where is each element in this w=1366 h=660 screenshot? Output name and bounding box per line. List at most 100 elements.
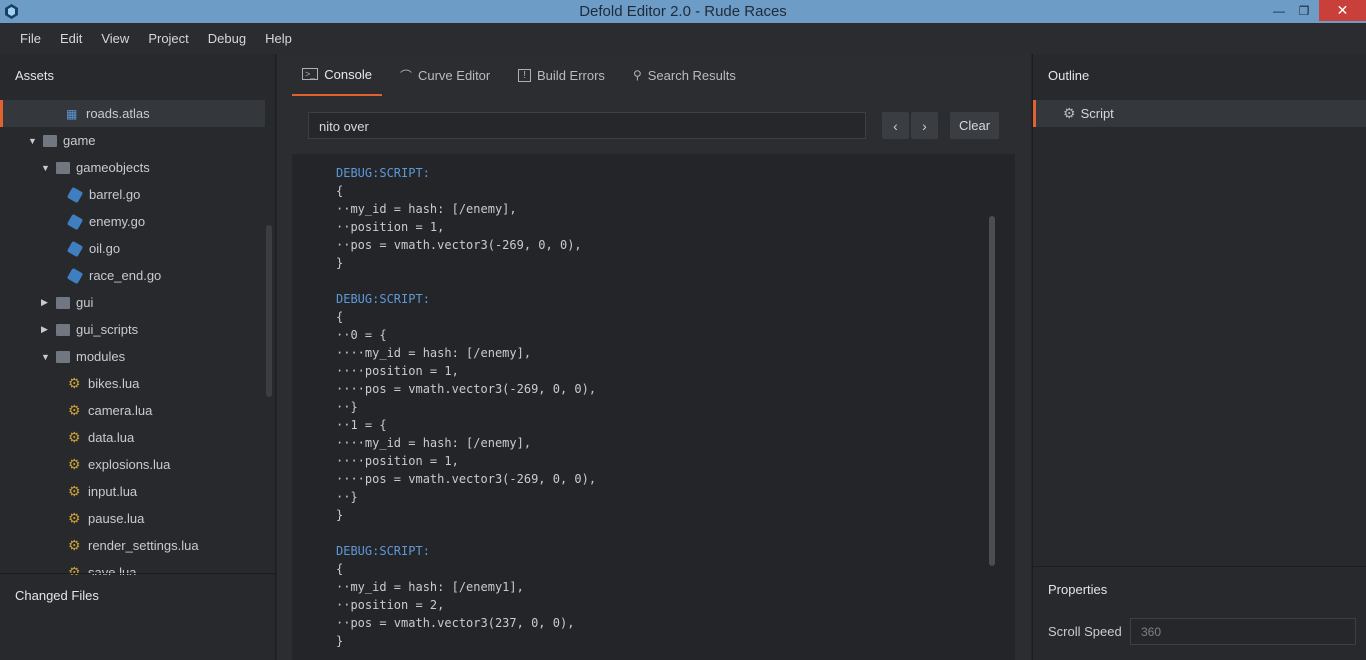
- scroll-speed-input[interactable]: 360: [1130, 618, 1356, 645]
- gameobject-icon: [66, 186, 84, 203]
- console-search-input[interactable]: nito over: [308, 112, 866, 139]
- panel-divider[interactable]: [1033, 566, 1366, 567]
- tree-item-label: oil.go: [89, 241, 121, 256]
- tab-build-errors[interactable]: ! Build Errors: [508, 54, 615, 96]
- search-icon: ⚲: [632, 68, 642, 82]
- console-line: ····pos = vmath.vector3(-269, 0, 0),: [336, 382, 597, 396]
- chevron-right-icon[interactable]: ▶: [41, 297, 51, 308]
- gear-icon: ⚙: [1063, 105, 1076, 121]
- chevron-down-icon[interactable]: ▼: [28, 136, 38, 146]
- gameobject-icon: [66, 240, 84, 257]
- outline-header: Outline: [1048, 68, 1090, 83]
- console-line: ····my_id = hash: [/enemy],: [336, 346, 532, 360]
- tab-search-results[interactable]: ⚲ Search Results: [623, 54, 746, 96]
- script-gear-icon: ⚙: [68, 537, 81, 553]
- close-button[interactable]: ✕: [1319, 0, 1366, 21]
- tree-item-roads-atlas[interactable]: ▦ roads.atlas: [0, 100, 265, 127]
- console-line: {: [336, 310, 344, 324]
- menu-edit[interactable]: Edit: [51, 31, 91, 46]
- outline-item-label: Script: [1080, 106, 1114, 121]
- console-line: DEBUG:SCRIPT:: [336, 292, 430, 306]
- tree-item-explosions-lua[interactable]: ⚙ explosions.lua: [0, 451, 265, 478]
- tree-item-camera-lua[interactable]: ⚙ camera.lua: [0, 397, 265, 424]
- menu-view[interactable]: View: [92, 31, 138, 46]
- window-title: Defold Editor 2.0 - Rude Races: [579, 3, 787, 20]
- title-bar: Defold Editor 2.0 - Rude Races — ❐ ✕: [0, 0, 1366, 23]
- gameobject-icon: [66, 267, 84, 284]
- console-line: }: [336, 256, 344, 270]
- panel-divider[interactable]: [0, 573, 276, 574]
- chevron-down-icon[interactable]: ▼: [41, 163, 51, 173]
- console-line: DEBUG:SCRIPT:: [336, 544, 430, 558]
- menu-bar: File Edit View Project Debug Help: [0, 23, 1366, 54]
- tab-label: Search Results: [647, 67, 736, 83]
- tree-item-bikes-lua[interactable]: ⚙ bikes.lua: [0, 370, 265, 397]
- console-line: }: [336, 634, 344, 648]
- next-match-button[interactable]: ›: [911, 112, 938, 139]
- assets-header: Assets: [15, 68, 55, 83]
- folder-icon: [56, 350, 70, 363]
- folder-icon: [43, 134, 57, 147]
- tree-item-label: race_end.go: [89, 268, 162, 283]
- previous-match-button[interactable]: ‹: [882, 112, 909, 139]
- tab-label: Curve Editor: [417, 67, 491, 83]
- asset-tree-scrollbar[interactable]: [266, 225, 272, 397]
- console-line: ··}: [336, 400, 358, 414]
- tree-item-race-end-go[interactable]: race_end.go: [0, 262, 265, 289]
- tab-label: Console: [324, 66, 372, 82]
- console-line: {: [336, 184, 344, 198]
- tree-item-label: render_settings.lua: [88, 538, 199, 553]
- tab-console[interactable]: >_ Console: [292, 54, 382, 96]
- tree-item-label: pause.lua: [88, 511, 145, 526]
- asset-tree[interactable]: ▦ roads.atlas ▼ game ▼ gameobjects barre…: [0, 100, 265, 575]
- console-panel: >_ Console ⌒ Curve Editor ! Build Errors…: [277, 54, 1031, 660]
- tree-item-label: explosions.lua: [88, 457, 171, 472]
- tree-item-gameobjects[interactable]: ▼ gameobjects: [0, 154, 265, 181]
- tab-label: Build Errors: [537, 67, 605, 83]
- console-line: ··0 = {: [336, 328, 387, 342]
- clear-button[interactable]: Clear: [950, 112, 999, 139]
- script-gear-icon: ⚙: [68, 483, 81, 499]
- tree-item-pause-lua[interactable]: ⚙ pause.lua: [0, 505, 265, 532]
- tree-item-gui[interactable]: ▶ gui: [0, 289, 265, 316]
- outline-panel: Outline ⚙ Script Properties Scroll Speed…: [1032, 54, 1366, 660]
- outline-item-script[interactable]: ⚙ Script: [1033, 100, 1366, 127]
- chevron-down-icon[interactable]: ▼: [41, 352, 51, 362]
- console-output[interactable]: DEBUG:SCRIPT: { ··my_id = hash: [/enemy], ·…: [292, 154, 1015, 660]
- tree-item-game[interactable]: ▼ game: [0, 127, 265, 154]
- tree-item-label: bikes.lua: [88, 376, 140, 391]
- menu-project[interactable]: Project: [139, 31, 197, 46]
- atlas-icon: ▦: [66, 106, 78, 121]
- console-line: ··position = 2,: [336, 598, 445, 612]
- menu-file[interactable]: File: [1, 31, 50, 46]
- maximize-button[interactable]: ❐: [1290, 0, 1318, 21]
- tree-item-barrel-go[interactable]: barrel.go: [0, 181, 265, 208]
- tree-item-input-lua[interactable]: ⚙ input.lua: [0, 478, 265, 505]
- tree-item-gui-scripts[interactable]: ▶ gui_scripts: [0, 316, 265, 343]
- console-scrollbar[interactable]: [989, 216, 995, 566]
- tree-item-oil-go[interactable]: oil.go: [0, 235, 265, 262]
- tool-tabs: >_ Console ⌒ Curve Editor ! Build Errors…: [292, 54, 754, 97]
- tree-item-enemy-go[interactable]: enemy.go: [0, 208, 265, 235]
- tree-item-label: gameobjects: [76, 160, 150, 175]
- tree-item-modules[interactable]: ▼ modules: [0, 343, 265, 370]
- error-icon: !: [518, 68, 532, 82]
- tree-item-render-settings-lua[interactable]: ⚙ render_settings.lua: [0, 532, 265, 559]
- folder-icon: [56, 296, 70, 309]
- tree-item-label: gui_scripts: [76, 322, 139, 337]
- tree-item-label: game: [63, 133, 96, 148]
- menu-help[interactable]: Help: [256, 31, 301, 46]
- curve-icon: ⌒: [399, 68, 412, 83]
- console-line: ··my_id = hash: [/enemy],: [336, 202, 517, 216]
- gameobject-icon: [66, 213, 84, 230]
- menu-debug[interactable]: Debug: [199, 31, 255, 46]
- tab-curve-editor[interactable]: ⌒ Curve Editor: [390, 54, 500, 96]
- chevron-right-icon[interactable]: ▶: [41, 324, 51, 335]
- console-line: ··my_id = hash: [/enemy1],: [336, 580, 524, 594]
- console-line: ··1 = {: [336, 418, 387, 432]
- tree-item-label: data.lua: [88, 430, 135, 445]
- folder-icon: [56, 323, 70, 336]
- tree-item-data-lua[interactable]: ⚙ data.lua: [0, 424, 265, 451]
- tree-item-label: barrel.go: [89, 187, 141, 202]
